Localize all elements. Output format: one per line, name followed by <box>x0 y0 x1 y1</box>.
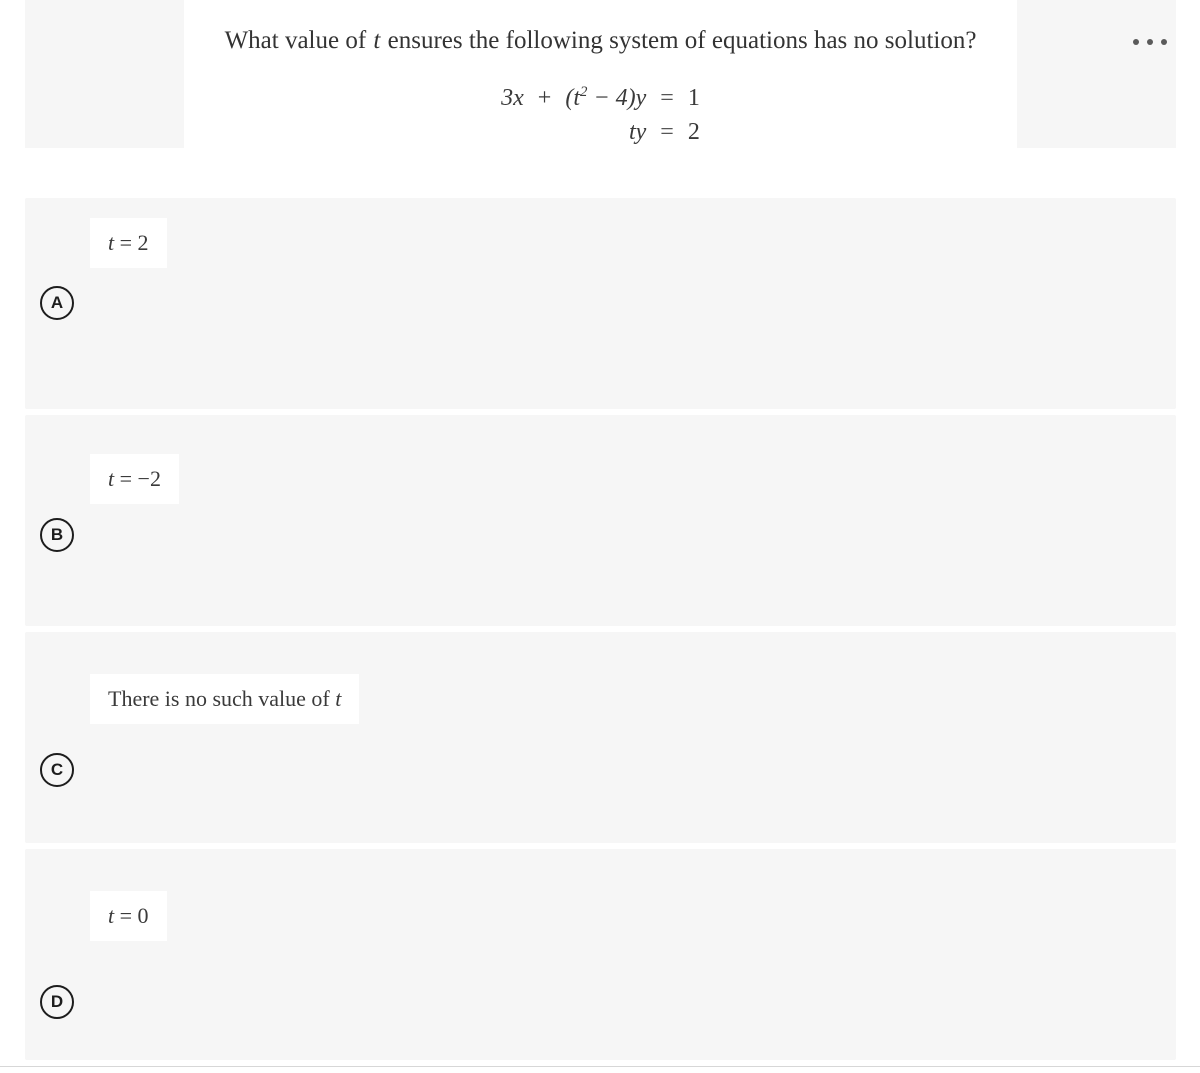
answer-option-b-value: −2 <box>137 466 161 491</box>
answer-option-d[interactable]: D t = 0 <box>0 849 1200 1060</box>
answer-option-d-variable: t <box>108 903 115 928</box>
equation-row-1-rest: − 4)y <box>587 85 647 111</box>
equation-row-2-rhs: 2 <box>687 119 700 146</box>
equation-row-2-operator <box>538 116 552 148</box>
equation-row-1-operator: + <box>537 85 552 111</box>
equation-grid: 3x + (t2 − 4)y = 1 ty = 2 <box>501 82 700 149</box>
answer-option-b-content: t = −2 <box>90 454 179 504</box>
overflow-dot-3 <box>1161 39 1167 45</box>
answer-option-d-badge[interactable]: D <box>40 985 74 1019</box>
answer-option-d-panel[interactable] <box>25 849 1176 1060</box>
answer-option-c-badge[interactable]: C <box>40 753 74 787</box>
overflow-menu-icon[interactable] <box>1133 34 1167 50</box>
overflow-dot-2 <box>1147 39 1153 45</box>
answer-option-b[interactable]: B t = −2 <box>0 415 1200 626</box>
header-left-spacer <box>25 0 184 148</box>
equation-row-1-rhs: 1 <box>687 85 700 111</box>
header-right-spacer <box>1017 0 1176 148</box>
answer-option-c-prefix: There is no such value of <box>108 686 336 711</box>
answer-option-a-badge[interactable]: A <box>40 286 74 320</box>
equation-row-1-lhs: 3x <box>501 82 524 114</box>
equation-row-2-lhs <box>501 116 524 148</box>
answer-option-a-variable: t <box>108 230 115 255</box>
equation-row-2-middle: ty <box>565 116 646 148</box>
answer-options-list: A t = 2 B t = −2 C There is no such valu… <box>0 198 1200 1066</box>
answer-option-c-panel[interactable] <box>25 632 1176 843</box>
answer-option-a-relation: = <box>119 230 133 255</box>
answer-option-b-variable: t <box>108 466 115 491</box>
bottom-divider <box>0 1066 1200 1067</box>
answer-option-a[interactable]: A t = 2 <box>0 198 1200 409</box>
equation-row-1-middle: (t2 − 4)y <box>565 82 646 114</box>
answer-option-b-badge[interactable]: B <box>40 518 74 552</box>
equation-row-1-coefficient: (t <box>565 85 581 111</box>
question-stem: What value of t ensures the following sy… <box>184 0 1017 148</box>
answer-option-c-content: There is no such value of t <box>90 674 360 724</box>
question-text: What value of t ensures the following sy… <box>184 0 1017 56</box>
equation-row-1-lhs-text: 3x <box>501 85 524 111</box>
answer-option-b-panel[interactable] <box>25 415 1176 626</box>
equation-row-2-rest: ty <box>628 119 647 146</box>
answer-option-d-content: t = 0 <box>90 891 167 941</box>
answer-option-d-value: 0 <box>137 903 149 928</box>
answer-option-a-value: 2 <box>137 230 149 255</box>
answer-option-c-variable: t <box>335 686 342 711</box>
equation-row-1-relation: = <box>660 85 674 111</box>
equation-system: 3x + (t2 − 4)y = 1 ty = 2 <box>184 82 1017 149</box>
answer-option-a-content: t = 2 <box>90 218 167 268</box>
answer-option-d-relation: = <box>119 903 133 928</box>
question-text-before: What value of <box>224 27 373 54</box>
question-header: What value of t ensures the following sy… <box>0 0 1200 148</box>
question-text-after: ensures the following system of equation… <box>381 27 977 54</box>
overflow-dot-1 <box>1133 39 1139 45</box>
answer-option-a-panel[interactable] <box>25 198 1176 409</box>
answer-option-c[interactable]: C There is no such value of t <box>0 632 1200 843</box>
answer-option-b-relation: = <box>119 466 133 491</box>
equation-row-2-relation: = <box>660 119 674 146</box>
